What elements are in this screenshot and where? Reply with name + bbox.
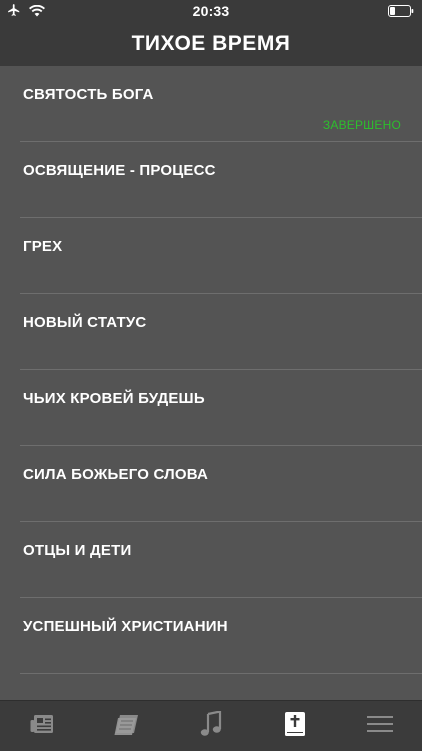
lesson-row[interactable]: ГРЕХ (20, 218, 422, 294)
lesson-title: УСПЕШНЫЙ ХРИСТИАНИН (23, 618, 228, 635)
tab-music[interactable] (169, 701, 253, 751)
tab-books[interactable] (84, 701, 168, 751)
lesson-title: НОВЫЙ СТАТУС (23, 314, 147, 331)
status-time: 20:33 (192, 3, 230, 19)
lesson-row[interactable]: ОТЦЫ И ДЕТИ (20, 522, 422, 598)
books-icon (114, 712, 140, 741)
lesson-row[interactable]: ЧЬИХ КРОВЕЙ БУДЕШЬ (20, 370, 422, 446)
battery-icon (388, 4, 414, 22)
lesson-title: ОТЦЫ И ДЕТИ (23, 542, 132, 559)
page-title: ТИХОЕ ВРЕМЯ (131, 32, 291, 55)
lesson-row[interactable]: НОВЫЙ СТАТУС (20, 294, 422, 370)
music-note-icon (200, 709, 222, 742)
menu-icon (366, 714, 393, 739)
lesson-title: ОСВЯЩЕНИЕ - ПРОЦЕСС (23, 162, 216, 179)
lesson-row[interactable]: СВЯТОСТЬ БОГА ЗАВЕРШЕНО (20, 66, 422, 142)
lesson-title: СВЯТОСТЬ БОГА (23, 86, 154, 103)
tab-bible[interactable] (253, 701, 337, 751)
completed-badge: ЗАВЕРШЕНО (322, 118, 401, 132)
nav-bar: ТИХОЕ ВРЕМЯ (0, 22, 422, 66)
status-bar: 20:33 (0, 0, 422, 22)
lesson-row[interactable]: СИЛА БОЖЬЕГО СЛОВА (20, 446, 422, 522)
bible-icon (284, 711, 306, 742)
lesson-row[interactable]: ОСВЯЩЕНИЕ - ПРОЦЕСС (20, 142, 422, 218)
lesson-title: ЧЬИХ КРОВЕЙ БУДЕШЬ (23, 390, 205, 407)
tab-bar (0, 700, 422, 751)
lesson-title: ГРЕХ (23, 238, 63, 255)
lesson-title: СИЛА БОЖЬЕГО СЛОВА (23, 466, 209, 483)
tab-news[interactable] (0, 701, 84, 751)
newspaper-icon (30, 714, 54, 739)
lesson-row[interactable]: УСПЕШНЫЙ ХРИСТИАНИН (20, 598, 422, 674)
lesson-list[interactable]: СВЯТОСТЬ БОГА ЗАВЕРШЕНО ОСВЯЩЕНИЕ - ПРОЦ… (0, 66, 422, 700)
tab-menu[interactable] (338, 701, 422, 751)
